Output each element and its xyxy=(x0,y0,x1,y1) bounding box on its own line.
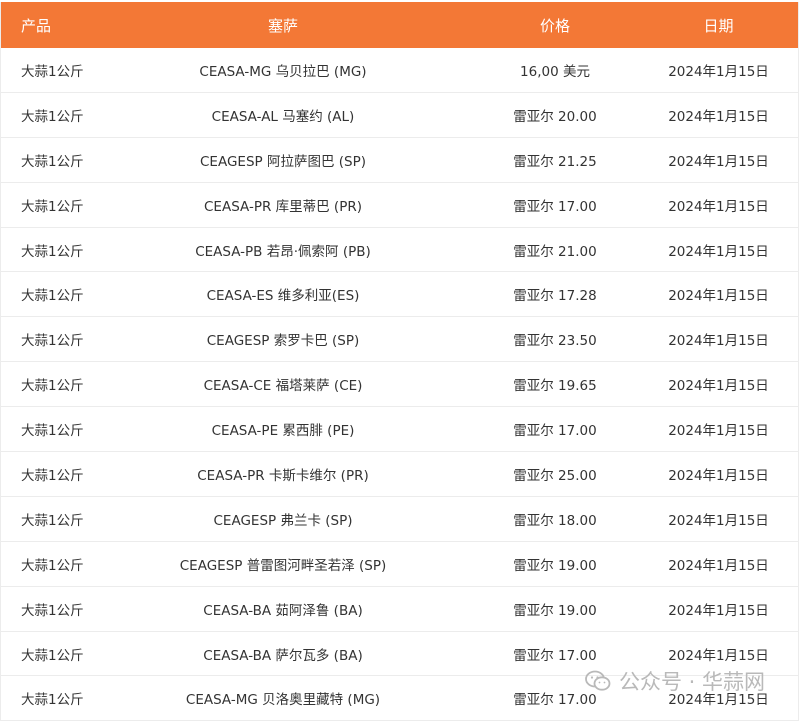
cell-ceasa: CEASA-CE 福塔莱萨 (CE) xyxy=(203,378,363,395)
cell-price: 雷亚尔 17.00 xyxy=(513,198,597,215)
cell-price: 雷亚尔 21.00 xyxy=(513,243,597,260)
cell-ceasa: CEAGESP 阿拉萨图巴 (SP) xyxy=(200,153,366,170)
table-row: 大蒜1公斤 CEAGESP 索罗卡巴 (SP) 雷亚尔 23.50 2024年1月15… xyxy=(1,317,798,363)
cell-product: 大蒜1公斤 xyxy=(21,153,84,170)
cell-product: 大蒜1公斤 xyxy=(21,467,84,484)
cell-date: 2024年1月15日 xyxy=(668,108,769,125)
cell-product: 大蒜1公斤 xyxy=(21,602,84,619)
table-row: 大蒜1公斤 CEASA-MG 乌贝拉巴 (MG) 16,00 美元 2024年1月15… xyxy=(1,48,798,93)
cell-price: 雷亚尔 19.00 xyxy=(513,602,597,619)
cell-ceasa: CEASA-AL 马塞约 (AL) xyxy=(211,108,355,125)
cell-ceasa: CEASA-PR 卡斯卡维尔 (PR) xyxy=(197,467,369,484)
table-row: 大蒜1公斤 CEAGESP 弗兰卡 (SP) 雷亚尔 18.00 2024年1月15日 xyxy=(1,497,798,542)
cell-ceasa: CEASA-PR 库里蒂巴 (PR) xyxy=(204,198,362,215)
cell-product: 大蒜1公斤 xyxy=(21,63,84,80)
table-row: 大蒜1公斤 CEAGESP 普雷图河畔圣若泽 (SP) 雷亚尔 19.00 2024年… xyxy=(1,542,798,587)
cell-date: 2024年1月15日 xyxy=(668,333,769,350)
cell-price: 16,00 美元 xyxy=(520,63,590,80)
cell-product: 大蒜1公斤 xyxy=(21,512,84,529)
cell-ceasa: CEASA-PB 若昂·佩索阿 (PB) xyxy=(195,243,371,260)
cell-price: 雷亚尔 23.50 xyxy=(513,333,597,350)
cell-product: 大蒜1公斤 xyxy=(21,423,84,440)
cell-date: 2024年1月15日 xyxy=(668,647,769,664)
table-row: 大蒜1公斤 CEASA-PE 累西腓 (PE) 雷亚尔 17.00 2024年1月15… xyxy=(1,407,798,453)
cell-price: 雷亚尔 18.00 xyxy=(513,512,597,529)
cell-date: 2024年1月15日 xyxy=(668,512,769,529)
cell-price: 雷亚尔 20.00 xyxy=(513,108,597,125)
cell-product: 大蒜1公斤 xyxy=(21,692,84,709)
cell-ceasa: CEASA-MG 贝洛奥里藏特 (MG) xyxy=(185,692,381,709)
cell-price: 雷亚尔 17.28 xyxy=(513,288,597,305)
table-row: 大蒜1公斤 CEASA-PR 库里蒂巴 (PR) 雷亚尔 17.00 2024年1月1… xyxy=(1,183,798,228)
cell-date: 2024年1月15日 xyxy=(668,63,769,80)
cell-price: 雷亚尔 19.00 xyxy=(513,557,597,574)
cell-date: 2024年1月15日 xyxy=(668,378,769,395)
table-body: 大蒜1公斤 CEASA-MG 乌贝拉巴 (MG) 16,00 美元 2024年1月15… xyxy=(1,48,798,722)
table-row: 大蒜1公斤 CEASA-BA 萨尔瓦多 (BA) 雷亚尔 17.00 2024年1月1… xyxy=(1,632,798,677)
cell-product: 大蒜1公斤 xyxy=(21,647,84,664)
cell-date: 2024年1月15日 xyxy=(668,602,769,619)
table-row: 大蒜1公斤 CEASA-PR 卡斯卡维尔 (PR) 雷亚尔 25.00 2024年1月… xyxy=(1,452,798,497)
cell-product: 大蒜1公斤 xyxy=(21,198,84,215)
cell-ceasa: CEAGESP 索罗卡巴 (SP) xyxy=(206,333,360,350)
cell-product: 大蒜1公斤 xyxy=(21,333,84,350)
cell-date: 2024年1月15日 xyxy=(668,692,769,709)
table-row: 大蒜1公斤 CEASA-CE 福塔莱萨 (CE) 雷亚尔 19.65 2024年1月1… xyxy=(1,362,798,408)
header-product[interactable]: 产品 xyxy=(1,15,95,36)
table-row: 大蒜1公斤 CEASA-ES 维多利亚(ES) 雷亚尔 17.28 2024年1月15… xyxy=(1,272,798,318)
cell-price: 雷亚尔 17.00 xyxy=(513,647,597,664)
cell-product: 大蒜1公斤 xyxy=(21,243,84,260)
cell-ceasa: CEAGESP 普雷图河畔圣若泽 (SP) xyxy=(179,557,387,574)
cell-product: 大蒜1公斤 xyxy=(21,557,84,574)
cell-date: 2024年1月15日 xyxy=(668,557,769,574)
cell-date: 2024年1月15日 xyxy=(668,243,769,260)
cell-ceasa: CEASA-MG 乌贝拉巴 (MG) xyxy=(199,63,367,80)
table-header: 产品 塞萨 价格 日期 xyxy=(1,2,798,48)
cell-product: 大蒜1公斤 xyxy=(21,108,84,125)
cell-product: 大蒜1公斤 xyxy=(21,288,84,305)
table-row: 大蒜1公斤 CEASA-PB 若昂·佩索阿 (PB) 雷亚尔 21.00 2024年1… xyxy=(1,228,798,273)
cell-ceasa: CEAGESP 弗兰卡 (SP) xyxy=(213,512,353,529)
cell-ceasa: CEASA-BA 茹阿泽鲁 (BA) xyxy=(203,602,363,619)
cell-ceasa: CEASA-BA 萨尔瓦多 (BA) xyxy=(203,647,363,664)
table-row: 大蒜1公斤 CEASA-BA 茹阿泽鲁 (BA) 雷亚尔 19.00 2024年1月1… xyxy=(1,587,798,632)
cell-product: 大蒜1公斤 xyxy=(21,378,84,395)
cell-price: 雷亚尔 17.00 xyxy=(513,423,597,440)
cell-price: 雷亚尔 19.65 xyxy=(513,378,597,395)
table-row: 大蒜1公斤 CEAGESP 阿拉萨图巴 (SP) 雷亚尔 21.25 2024年1月1… xyxy=(1,138,798,183)
cell-price: 雷亚尔 25.00 xyxy=(513,467,597,484)
cell-price: 雷亚尔 21.25 xyxy=(513,153,597,170)
cell-date: 2024年1月15日 xyxy=(668,198,769,215)
cell-ceasa: CEASA-PE 累西腓 (PE) xyxy=(211,423,355,440)
table-row: 大蒜1公斤 CEASA-AL 马塞约 (AL) 雷亚尔 20.00 2024年1月15… xyxy=(1,93,798,138)
table-row: 大蒜1公斤 CEASA-MG 贝洛奥里藏特 (MG) 雷亚尔 17.00 2024年1… xyxy=(1,676,798,722)
cell-date: 2024年1月15日 xyxy=(668,467,769,484)
header-ceasa[interactable]: 塞萨 xyxy=(95,15,471,36)
cell-price: 雷亚尔 17.00 xyxy=(513,692,597,709)
cell-date: 2024年1月15日 xyxy=(668,423,769,440)
price-table: 产品 塞萨 价格 日期 大蒜1公斤 CEASA-MG 乌贝拉巴 (MG) 16,00… xyxy=(0,2,799,722)
cell-date: 2024年1月15日 xyxy=(668,153,769,170)
header-price[interactable]: 价格 xyxy=(471,15,639,36)
cell-ceasa: CEASA-ES 维多利亚(ES) xyxy=(206,288,360,305)
header-date[interactable]: 日期 xyxy=(639,15,798,36)
cell-date: 2024年1月15日 xyxy=(668,288,769,305)
